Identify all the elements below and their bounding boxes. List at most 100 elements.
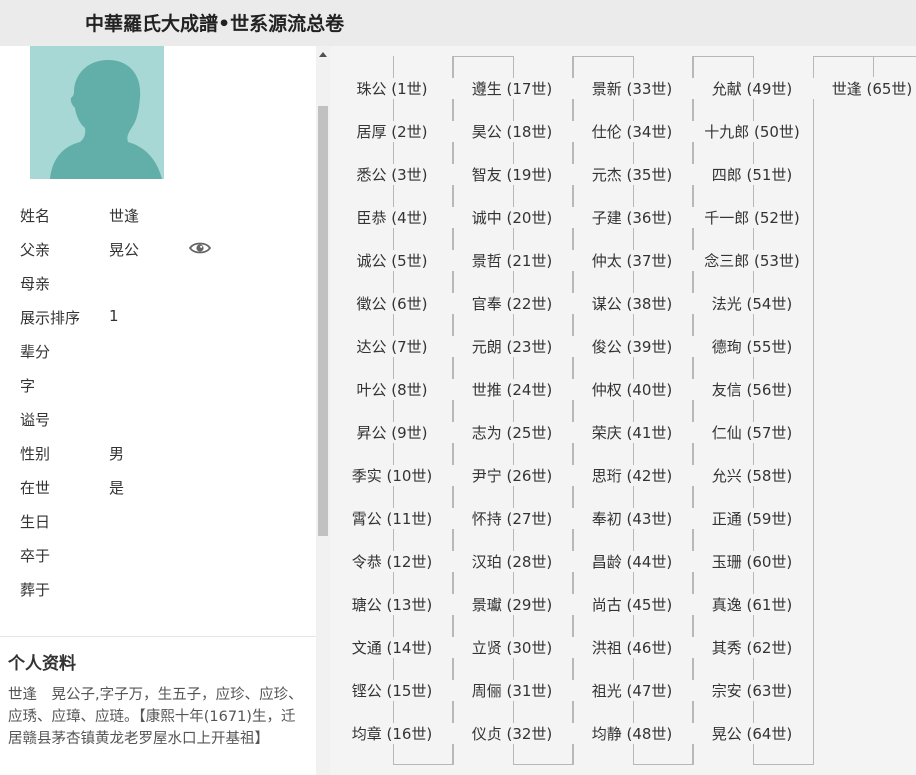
generation-name[interactable]: 仲权 (40世) xyxy=(572,379,692,400)
field-label: 卒于 xyxy=(20,547,51,565)
generation-name[interactable]: 均章 (16世) xyxy=(332,723,452,744)
generation-name[interactable]: 元朗 (23世) xyxy=(452,336,572,357)
generation-name[interactable]: 官奉 (22世) xyxy=(452,293,572,314)
generation-name[interactable]: 祖光 (47世) xyxy=(572,680,692,701)
column-border xyxy=(572,56,632,765)
eye-icon[interactable] xyxy=(189,240,211,256)
generation-name[interactable]: 珠公 (1世) xyxy=(332,78,452,99)
profile-field-row: 字 xyxy=(0,368,316,402)
tree-connector-line xyxy=(573,56,574,765)
divider xyxy=(0,636,316,637)
profile-panel: 姓名 世逢 父亲 晃公 母亲 展示排序 1 辈分字谥号 性别 男在世 是生日 卒于 葬于 个人资料 世逢… xyxy=(0,46,316,775)
scrollbar[interactable] xyxy=(316,46,330,775)
generation-name[interactable]: 尚古 (45世) xyxy=(572,594,692,615)
generation-name[interactable]: 汉珀 (28世) xyxy=(452,551,572,572)
generation-name[interactable]: 其秀 (62世) xyxy=(692,637,812,658)
generation-name[interactable]: 谋公 (38世) xyxy=(572,293,692,314)
generation-name[interactable]: 千一郎 (52世) xyxy=(692,207,812,228)
generation-name[interactable]: 瑭公 (13世) xyxy=(332,594,452,615)
generation-name[interactable]: 仲太 (37世) xyxy=(572,250,692,271)
generation-name[interactable]: 昊公 (18世) xyxy=(452,121,572,142)
generation-column xyxy=(572,56,692,765)
generation-name[interactable]: 立贤 (30世) xyxy=(452,637,572,658)
generation-name[interactable]: 玉珊 (60世) xyxy=(692,551,812,572)
generation-name[interactable]: 铿公 (15世) xyxy=(332,680,452,701)
field-value[interactable]: 晃公 xyxy=(109,239,139,260)
generation-name[interactable]: 志为 (25世) xyxy=(452,422,572,443)
field-label: 生日 xyxy=(20,513,51,531)
generation-name[interactable]: 仕伦 (34世) xyxy=(572,121,692,142)
generation-name[interactable]: 均静 (48世) xyxy=(572,723,692,744)
generation-name[interactable]: 宗安 (63世) xyxy=(692,680,812,701)
generation-name[interactable]: 洪祖 (46世) xyxy=(572,637,692,658)
generation-name[interactable]: 昇公 (9世) xyxy=(332,422,452,443)
generation-name[interactable]: 诚中 (20世) xyxy=(452,207,572,228)
generation-name[interactable]: 允献 (49世) xyxy=(692,78,812,99)
generation-name[interactable]: 霄公 (11世) xyxy=(332,508,452,529)
generation-name[interactable]: 怀持 (27世) xyxy=(452,508,572,529)
generation-name[interactable]: 允兴 (58世) xyxy=(692,465,812,486)
generation-name[interactable]: 季实 (10世) xyxy=(332,465,452,486)
generation-name[interactable]: 诚公 (5世) xyxy=(332,250,452,271)
field-label: 展示排序 xyxy=(20,309,81,327)
generation-name[interactable]: 俊公 (39世) xyxy=(572,336,692,357)
field-label: 谥号 xyxy=(20,411,51,429)
generation-column xyxy=(452,56,572,765)
generation-name[interactable]: 世推 (24世) xyxy=(452,379,572,400)
generation-name[interactable]: 德珣 (55世) xyxy=(692,336,812,357)
generation-name[interactable]: 子建 (36世) xyxy=(572,207,692,228)
field-value: 是 xyxy=(109,479,125,497)
bio-text: 世逢 晃公子,字子万，生五子，应珍、应珍、应琇、应璋、应琏。【康熙十年(1671… xyxy=(8,687,303,747)
generation-name[interactable]: 景瓛 (29世) xyxy=(452,594,572,615)
generation-name[interactable]: 居厚 (2世) xyxy=(332,121,452,142)
generation-name[interactable]: 友信 (56世) xyxy=(692,379,812,400)
generation-name[interactable]: 臣恭 (4世) xyxy=(332,207,452,228)
scroll-up-arrow-icon[interactable] xyxy=(319,52,327,57)
profile-field-row: 辈分 xyxy=(0,334,316,368)
scrollbar-thumb[interactable] xyxy=(318,106,328,536)
generation-name[interactable]: 文通 (14世) xyxy=(332,637,452,658)
generation-name[interactable]: 叶公 (8世) xyxy=(332,379,452,400)
generation-name[interactable]: 尹宁 (26世) xyxy=(452,465,572,486)
generation-name[interactable]: 智友 (19世) xyxy=(452,164,572,185)
generation-name[interactable]: 昌龄 (44世) xyxy=(572,551,692,572)
tree-connector-line xyxy=(813,56,873,57)
generation-name[interactable]: 元杰 (35世) xyxy=(572,164,692,185)
generation-name[interactable]: 仁仙 (57世) xyxy=(692,422,812,443)
generation-name[interactable]: 念三郎 (53世) xyxy=(692,250,812,271)
field-value: 世逢 xyxy=(109,207,140,225)
generation-name[interactable]: 四郎 (51世) xyxy=(692,164,812,185)
generation-column xyxy=(692,56,812,765)
generation-name[interactable]: 晃公 (64世) xyxy=(692,723,812,744)
generation-name[interactable]: 真逸 (61世) xyxy=(692,594,812,615)
tree-connector-line xyxy=(633,764,693,765)
field-label: 辈分 xyxy=(20,343,51,361)
column-border xyxy=(692,56,752,765)
generation-name[interactable]: 景新 (33世) xyxy=(572,78,692,99)
generation-name[interactable]: 仪贞 (32世) xyxy=(452,723,572,744)
generation-name[interactable]: 徵公 (6世) xyxy=(332,293,452,314)
generation-name[interactable]: 悉公 (3世) xyxy=(332,164,452,185)
generation-name[interactable]: 景哲 (21世) xyxy=(452,250,572,271)
tree-connector-line xyxy=(453,56,454,765)
tree-connector-line xyxy=(813,56,814,765)
tree-connector-line xyxy=(693,56,753,57)
tree-connector-line xyxy=(573,56,633,57)
generation-name[interactable]: 法光 (54世) xyxy=(692,293,812,314)
generation-name[interactable]: 奉初 (43世) xyxy=(572,508,692,529)
generation-name[interactable]: 周俪 (31世) xyxy=(452,680,572,701)
generation-name[interactable]: 达公 (7世) xyxy=(332,336,452,357)
generation-name[interactable]: 十九郎 (50世) xyxy=(692,121,812,142)
generation-name[interactable]: 正通 (59世) xyxy=(692,508,812,529)
field-label: 在世 xyxy=(20,479,51,497)
generation-name[interactable]: 思珩 (42世) xyxy=(572,465,692,486)
generation-name[interactable]: 令恭 (12世) xyxy=(332,551,452,572)
generation-name[interactable]: 荣庆 (41世) xyxy=(572,422,692,443)
avatar xyxy=(30,46,164,179)
generation-name[interactable]: 世逢 (65世) xyxy=(812,78,916,99)
field-value: 1 xyxy=(109,307,119,325)
profile-field-row: 在世 是 xyxy=(0,470,316,504)
generation-name[interactable]: 遵生 (17世) xyxy=(452,78,572,99)
header-bar: 中華羅氏大成譜•世系源流总卷 xyxy=(0,0,916,46)
tree-connector-line xyxy=(393,764,453,765)
